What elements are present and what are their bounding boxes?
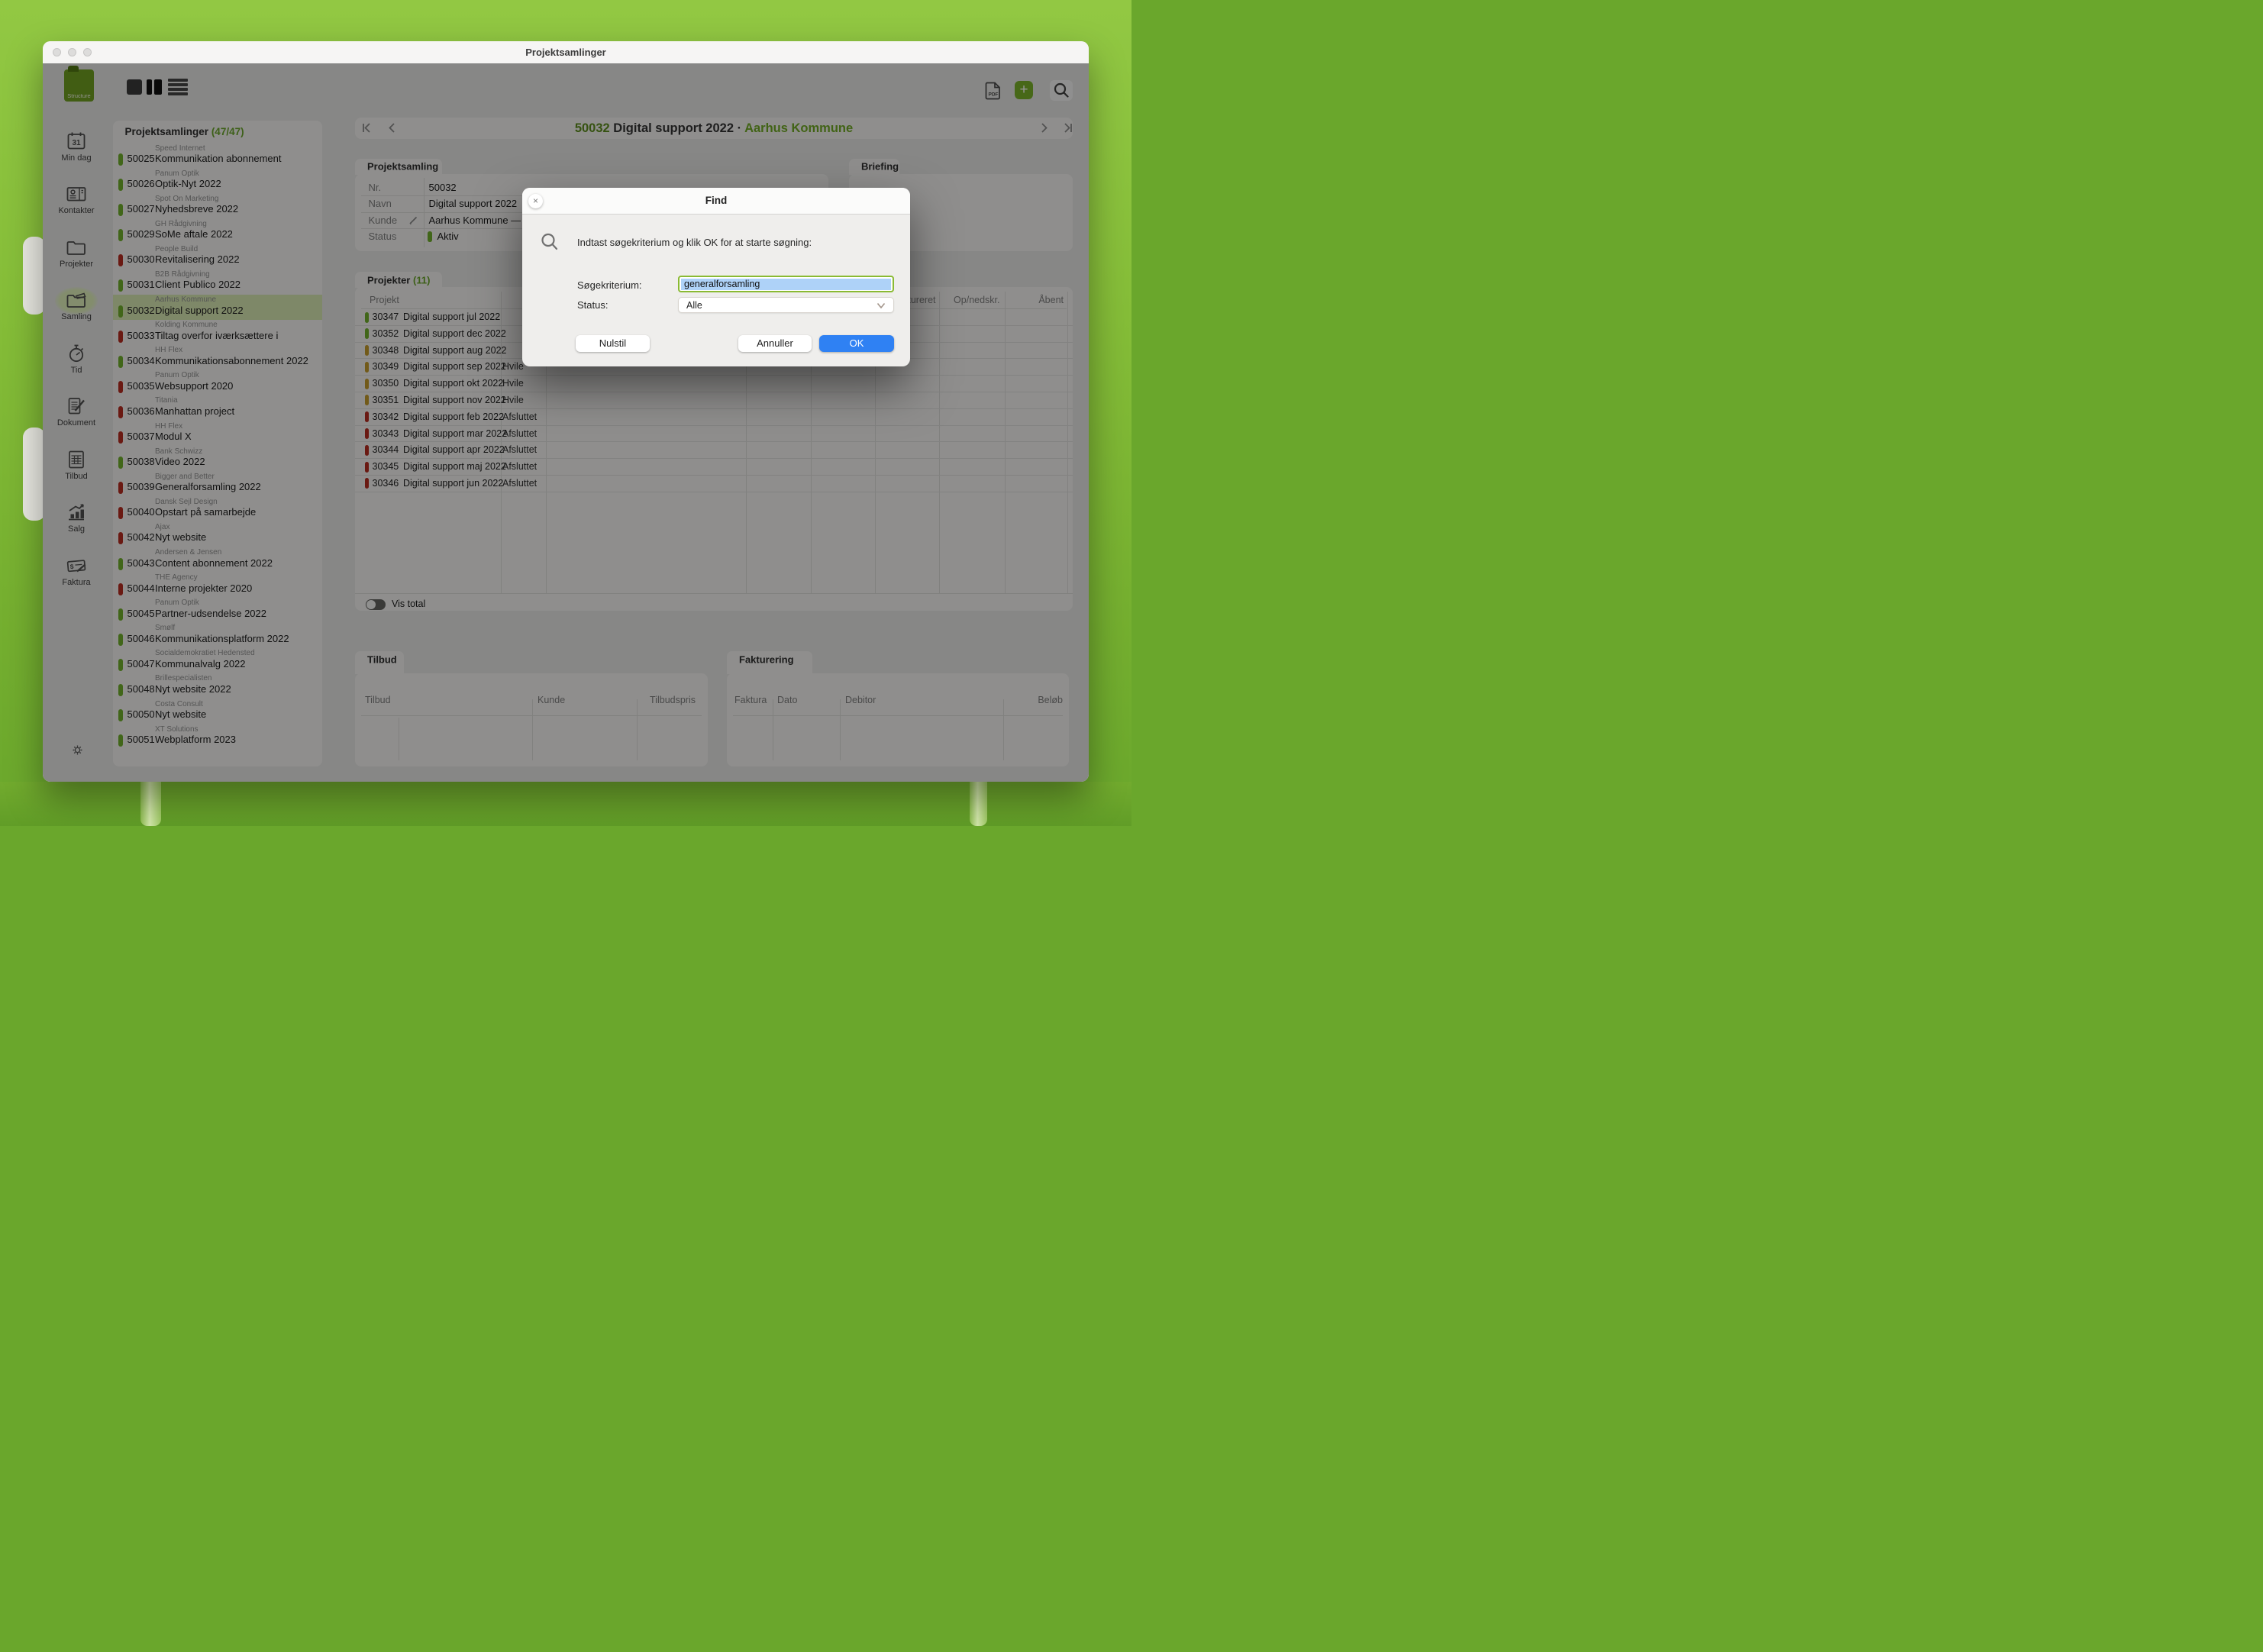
- chevron-down-icon: [876, 302, 886, 309]
- search-criteria-input[interactable]: generalforsamling: [678, 276, 894, 292]
- reset-button[interactable]: Nulstil: [576, 335, 650, 353]
- wallpaper-floor: [0, 782, 1132, 826]
- modal-dim-overlay: [43, 63, 1089, 782]
- search-icon: [541, 233, 559, 252]
- status-label: Status:: [577, 299, 608, 311]
- window-title: Projektsamlinger: [43, 47, 1089, 58]
- wallpaper-leg: [140, 782, 161, 826]
- window-titlebar[interactable]: Projektsamlinger: [43, 41, 1089, 64]
- ok-button[interactable]: OK: [819, 335, 894, 353]
- find-dialog-title: Find: [522, 195, 910, 206]
- cancel-button[interactable]: Annuller: [738, 335, 812, 353]
- find-instruction: Indtast søgekriterium og klik OK for at …: [577, 237, 812, 248]
- search-criteria-label: Søgekriterium:: [577, 279, 642, 291]
- find-dialog-titlebar: × Find: [522, 188, 910, 215]
- wallpaper-leg: [970, 782, 987, 826]
- status-dropdown[interactable]: Alle: [678, 297, 894, 313]
- desktop: Projektsamlinger Structure PDF +: [0, 0, 1132, 826]
- app-window: Projektsamlinger Structure PDF +: [43, 41, 1089, 782]
- find-dialog: × Find Indtast søgekriterium og klik OK …: [522, 188, 910, 366]
